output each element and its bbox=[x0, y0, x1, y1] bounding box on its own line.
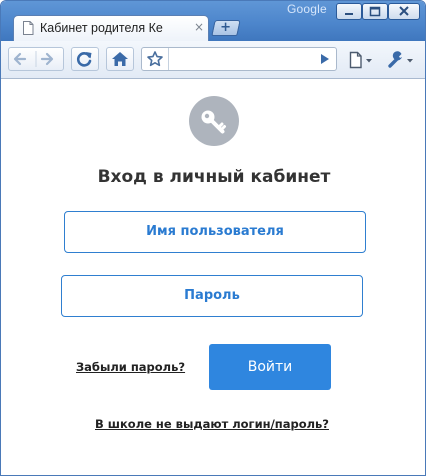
star-icon bbox=[147, 51, 163, 67]
tab-title: Кабинет родителя Ке bbox=[40, 21, 163, 35]
page-icon bbox=[23, 21, 34, 35]
tab-active[interactable]: Кабинет родителя Ке × bbox=[13, 15, 209, 41]
home-icon bbox=[112, 52, 128, 66]
wrench-icon[interactable] bbox=[387, 51, 417, 69]
forgot-password-link[interactable]: Забыли пароль? bbox=[76, 360, 185, 374]
key-icon bbox=[201, 110, 226, 134]
page-title: Вход в личный кабинет bbox=[97, 167, 331, 187]
browser-brand: Google bbox=[287, 2, 327, 16]
minimize-icon bbox=[345, 13, 353, 15]
maximize-button[interactable] bbox=[362, 3, 388, 20]
close-window-button[interactable] bbox=[388, 3, 420, 20]
new-tab-button[interactable]: + bbox=[211, 20, 241, 36]
address-input[interactable] bbox=[170, 50, 310, 68]
page-menu-icon[interactable] bbox=[348, 51, 378, 69]
toolbar bbox=[1, 41, 425, 79]
no-credentials-link[interactable]: В школе не выдают логин/пароль? bbox=[95, 417, 329, 431]
title-bar: Google Кабинет родителя Ке × + bbox=[1, 1, 425, 41]
login-button[interactable]: Войти bbox=[209, 344, 331, 390]
password-field[interactable]: Пароль bbox=[61, 275, 363, 317]
reload-button[interactable] bbox=[71, 47, 99, 71]
bookmark-button[interactable] bbox=[142, 48, 169, 70]
username-field[interactable]: Имя пользователя bbox=[64, 211, 366, 253]
page-content: Вход в личный кабинет Имя пользователя П… bbox=[1, 79, 425, 475]
home-button[interactable] bbox=[106, 47, 134, 71]
key-badge bbox=[189, 96, 239, 146]
close-icon bbox=[399, 6, 409, 16]
minimize-button[interactable] bbox=[336, 3, 362, 20]
play-icon[interactable] bbox=[318, 53, 332, 65]
nav-buttons bbox=[8, 47, 64, 71]
address-bar[interactable] bbox=[141, 47, 337, 71]
maximize-icon bbox=[369, 6, 381, 17]
plus-icon: + bbox=[220, 20, 232, 35]
browser-window: Google Кабинет родителя Ке × + Вход в ли… bbox=[0, 0, 426, 476]
reload-icon bbox=[76, 52, 92, 67]
tab-close-icon[interactable]: × bbox=[194, 20, 204, 34]
